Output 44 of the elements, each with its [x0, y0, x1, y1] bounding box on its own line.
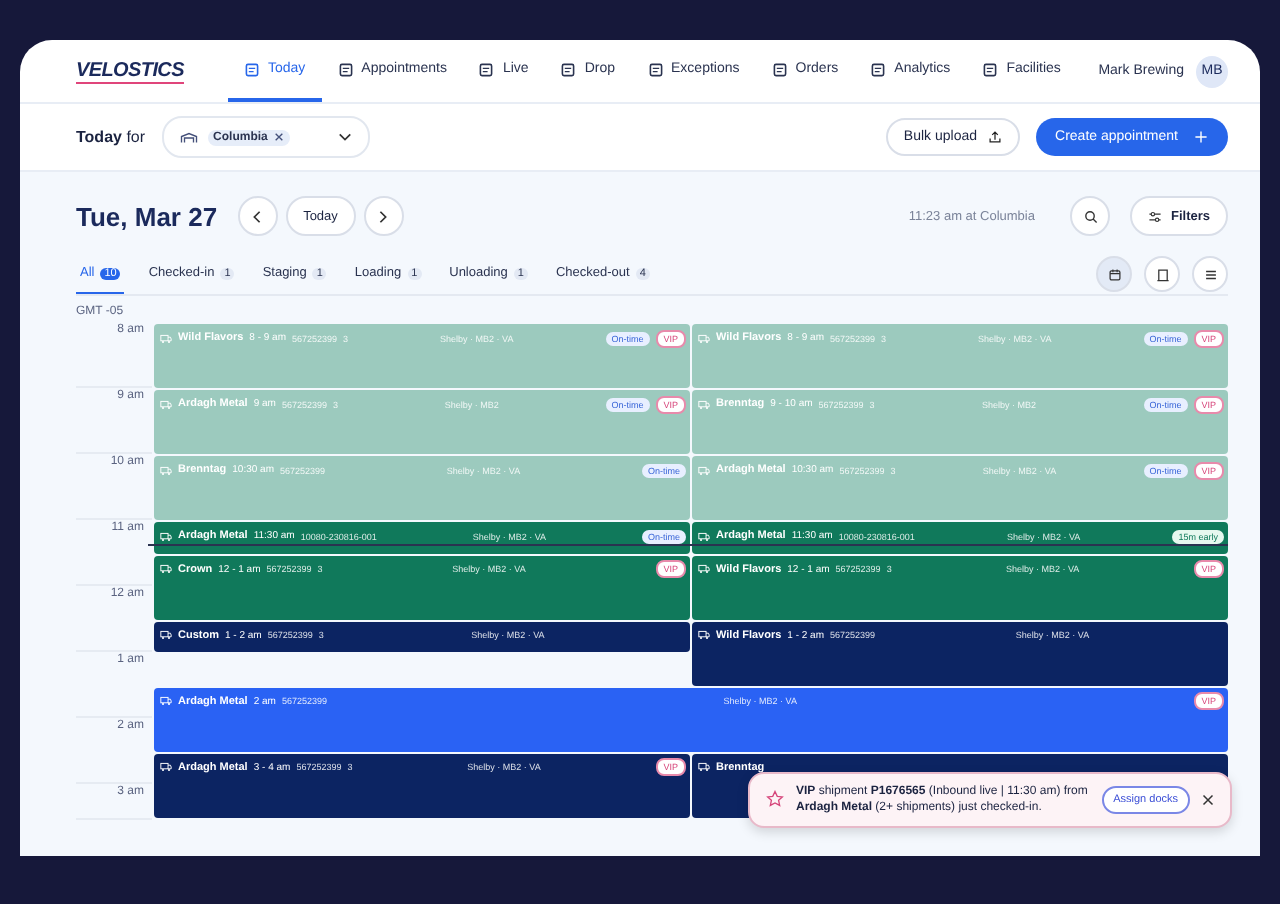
door-icon	[1155, 267, 1169, 281]
star-icon	[766, 790, 784, 809]
close-icon[interactable]	[273, 132, 284, 142]
nav-icon	[478, 61, 495, 77]
trailer-icon	[698, 465, 710, 475]
close-icon[interactable]	[1202, 793, 1214, 806]
nav-icon	[771, 61, 788, 77]
list-icon	[1203, 267, 1217, 281]
trailer-icon	[698, 762, 710, 772]
nav-icon	[647, 61, 664, 77]
view-toggle-button[interactable]	[1096, 256, 1132, 292]
nav-icon	[243, 61, 260, 77]
trailer-icon	[160, 531, 172, 541]
logo: VELOSTICS	[76, 59, 184, 83]
trailer-icon	[160, 399, 172, 409]
nav-icon	[982, 61, 999, 77]
search-button[interactable]	[1070, 196, 1111, 236]
nav-icon	[560, 61, 577, 77]
trailer-icon	[160, 696, 172, 706]
trailer-icon	[698, 564, 710, 574]
trailer-icon	[160, 465, 172, 475]
view-toggle-button[interactable]	[1192, 256, 1228, 292]
warehouse-icon	[179, 131, 198, 143]
trailer-icon	[160, 630, 172, 640]
sliders-icon	[1148, 209, 1163, 223]
plus-icon	[1194, 130, 1208, 144]
view-toggle-button[interactable]	[1144, 256, 1180, 292]
nav-icon	[870, 61, 887, 77]
trailer-icon	[160, 564, 172, 574]
calendar-icon	[1107, 267, 1121, 281]
trailer-icon	[160, 762, 172, 772]
trailer-icon	[698, 531, 710, 541]
today-for-label: Today for	[76, 128, 146, 146]
trailer-icon	[698, 399, 710, 409]
chevron-down-icon	[337, 132, 352, 142]
trailer-icon	[698, 630, 710, 640]
trailer-icon	[160, 333, 172, 343]
nav-icon	[337, 61, 354, 77]
search-icon	[1083, 209, 1098, 223]
upload-icon	[987, 130, 1002, 144]
chevron-right-icon	[376, 209, 391, 223]
date-title: Tue, Mar 27	[76, 201, 218, 231]
chevron-left-icon	[250, 209, 265, 223]
trailer-icon	[698, 333, 710, 343]
